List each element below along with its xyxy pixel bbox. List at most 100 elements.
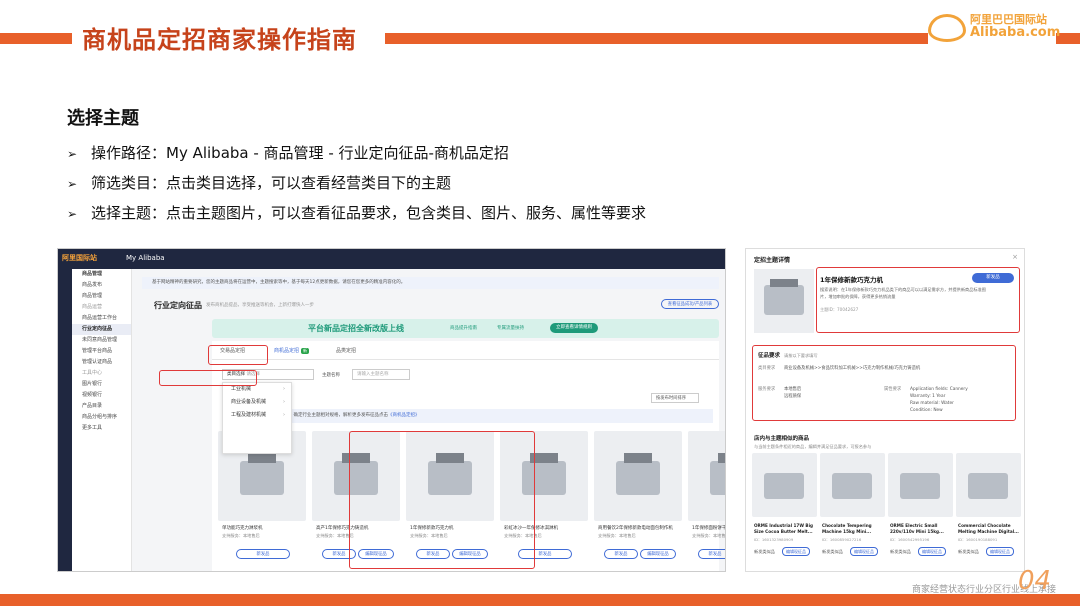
new-similar-button[interactable]: 新发类似品 — [822, 549, 843, 555]
sidebar-item[interactable]: 未同意商品管理 — [72, 335, 131, 346]
machine-body — [900, 473, 940, 499]
sidebar-item[interactable]: 管理认证商品 — [72, 357, 131, 368]
bullet-1: ➢ 操作路径：My Alibaba - 商品管理 - 行业定向征品-商机品定招 — [67, 142, 509, 163]
footer-bar — [0, 594, 1080, 606]
similar-product-id: ID：1600542995196 — [890, 537, 930, 542]
sidebar-item[interactable]: 商品运营工作台 — [72, 313, 131, 324]
edit-similar-button[interactable]: 编辑现征品 — [918, 547, 946, 556]
edit-similar-button[interactable]: 编辑现征品 — [850, 547, 878, 556]
similar-product-image[interactable] — [820, 453, 885, 517]
similar-product-id: ID：1601323980909 — [754, 537, 794, 542]
alibaba-logo: 阿里巴巴国际站 Alibaba.com — [928, 10, 1060, 44]
edit-similar-button[interactable]: 编辑现征品 — [986, 547, 1014, 556]
machine-body — [832, 473, 872, 499]
similar-product-image[interactable] — [956, 453, 1021, 517]
similar-title: 店内与主题相似的商品 — [754, 436, 810, 442]
product-service: 支持服务：本地售后 — [598, 533, 636, 538]
product-image[interactable] — [594, 431, 682, 521]
machine-top — [624, 453, 652, 463]
tab-opportunity[interactable]: 商机品定招新 — [274, 347, 310, 354]
sidebar-item[interactable]: 商品管理 — [72, 269, 131, 280]
machine-body — [968, 473, 1008, 499]
notice-bar: 请按要求补充填写商品，确定行业主题相对规格，解析更多发布征品点击《商机品定招》 — [222, 409, 713, 423]
theme-name-label: 主题名称 — [322, 373, 340, 378]
brand-logo[interactable]: 阿里国际站 — [62, 253, 97, 263]
bullet-arrow-icon: ➢ — [67, 147, 78, 161]
close-icon[interactable]: × — [1012, 253, 1018, 261]
theme-search-input[interactable]: 请输入主题名称 — [352, 369, 410, 380]
similar-product-name: ORME Industrial 17W Big Size Cocoa Butte… — [754, 523, 814, 534]
banner-link-guide[interactable]: 商品提升指南 — [450, 325, 477, 331]
product-service: 支持服务：本地售后 — [222, 533, 260, 538]
bullet-2: ➢ 筛选类目：点击类目选择，可以查看经营类目下的主题 — [67, 172, 451, 193]
similar-product-image[interactable] — [752, 453, 817, 517]
banner-details-button[interactable]: 立即查看详情规则 — [550, 323, 598, 333]
similar-product-image[interactable] — [888, 453, 953, 517]
new-badge: 新 — [301, 348, 310, 354]
sidebar-item[interactable]: 管理平台商品 — [72, 346, 131, 357]
sidebar-item[interactable]: 图片银行 — [72, 379, 131, 390]
page-title: 行业定向征品 — [154, 301, 202, 310]
machine-body — [240, 461, 284, 495]
banner-link-traffic[interactable]: 专属流量扶持 — [497, 325, 524, 331]
tab-label: 商机品定招 — [274, 348, 300, 354]
icon-sidebar — [58, 269, 72, 571]
product-card[interactable]: 商用餐饮2年保修新款电动面包制作机 支持服务：本地售后 新发品 编辑现征品 — [594, 431, 682, 566]
highlight-products — [349, 431, 535, 569]
new-similar-button[interactable]: 新发类似品 — [754, 549, 775, 555]
slide-title: 商机品定招商家操作指南 — [82, 26, 357, 54]
sidebar-item[interactable]: 产品目录 — [72, 401, 131, 412]
highlight-tab — [208, 345, 268, 365]
machine-top — [770, 279, 798, 287]
similar-product-card[interactable]: ORME Electric Small 220v/110v Mini 15kg.… — [888, 453, 953, 571]
new-similar-button[interactable]: 新发类似品 — [958, 549, 979, 555]
highlight-detail-title — [816, 267, 1020, 333]
similar-product-id: ID：1600859027216 — [822, 537, 862, 542]
similar-product-card[interactable]: Chocolate Tempering Machine 15kg Mini...… — [820, 453, 885, 571]
screenshot-theme-detail: 定招主题详情 × 1年保修新款巧克力机 搜索说明：在1年保修新款巧克力机品类下的… — [745, 248, 1025, 572]
bullet-arrow-icon: ➢ — [67, 177, 78, 191]
sidebar-item[interactable]: 商品发布 — [72, 280, 131, 291]
sidebar-item: 商品运营 — [82, 304, 103, 310]
sidebar-item[interactable]: 商品分组与排序 — [72, 412, 131, 423]
sidebar-item[interactable]: 更多工具 — [72, 423, 131, 434]
bullet-text: 筛选类目：点击类目选择，可以查看经营类目下的主题 — [91, 174, 452, 192]
edit-similar-button[interactable]: 编辑现征品 — [782, 547, 810, 556]
tab-category[interactable]: 品类定招 — [336, 347, 356, 354]
new-product-button[interactable]: 新发品 — [236, 549, 290, 559]
similar-product-id: ID：1600190188091 — [958, 537, 998, 542]
side-nav: 商品管理 商品发布 商品管理商品运营商品运营工作台 行业定向征品 未同意商品管理 管理平台… — [72, 269, 132, 571]
new-product-button[interactable]: 新发品 — [604, 549, 638, 559]
new-product-button[interactable]: 新发品 — [698, 549, 725, 559]
similar-product-card[interactable]: Commercial Chocolate Melting Machine Dig… — [956, 453, 1021, 571]
notice-link[interactable]: 《商机品定招》 — [388, 413, 420, 418]
similar-product-card[interactable]: ORME Industrial 17W Big Size Cocoa Butte… — [752, 453, 817, 571]
sidebar-item[interactable]: 视频银行 — [72, 390, 131, 401]
machine-top — [248, 453, 276, 463]
page-number: 04 — [1018, 566, 1052, 596]
info-alert: 基于网站精神的重要研究，您的主题商品将在运营中，主题搜索等中，基于每天12点更新… — [142, 277, 719, 289]
theme-thumbnail — [754, 269, 814, 333]
edit-product-button[interactable]: 编辑现征品 — [640, 549, 676, 559]
dropdown-item[interactable]: 工程及建材机械 — [223, 409, 291, 422]
product-card[interactable]: 1年保修面粉饼干厂面包面团压饼机支持服务：本地售后新发品编辑现征品 — [688, 431, 726, 566]
bullet-text: 选择主题：点击主题图片，可以查看征品要求，包含类目、图片、服务、属性等要求 — [91, 204, 647, 222]
dropdown-item[interactable]: 商业设备及机械 — [223, 396, 291, 409]
view-submitted-button[interactable]: 查看征品成功/产品列表 — [661, 299, 719, 309]
sidebar-item[interactable]: 商品管理 — [72, 291, 131, 302]
similar-product-name: ORME Electric Small 220v/110v Mini 15kg.… — [890, 523, 944, 534]
my-alibaba-link[interactable]: My Alibaba — [126, 254, 165, 262]
category-dropdown: 工业机械 商业设备及机械 工程及建材机械 — [222, 382, 292, 454]
product-name: 1年保修面粉饼干厂面包面团压饼机 — [692, 526, 726, 531]
product-service: 支持服务：本地售后 — [692, 533, 726, 538]
machine-body — [710, 461, 725, 495]
product-image[interactable] — [688, 431, 725, 521]
header-bar-left — [0, 33, 72, 44]
similar-product-name: Commercial Chocolate Melting Machine Dig… — [958, 523, 1019, 534]
page-subtitle: 发布商机品提品，享受推送等机会，上新打爆快人一步 — [206, 303, 314, 308]
promo-banner[interactable]: 平台新品定招全新改版上线 商品提升指南 专属流量扶持 立即查看详情规则 — [212, 319, 719, 338]
tab-divider — [212, 359, 719, 360]
sort-select[interactable]: 按发布时间排序 — [651, 393, 699, 403]
sidebar-item[interactable]: 行业定向征品 — [72, 324, 131, 335]
new-similar-button[interactable]: 新发类似品 — [890, 549, 911, 555]
